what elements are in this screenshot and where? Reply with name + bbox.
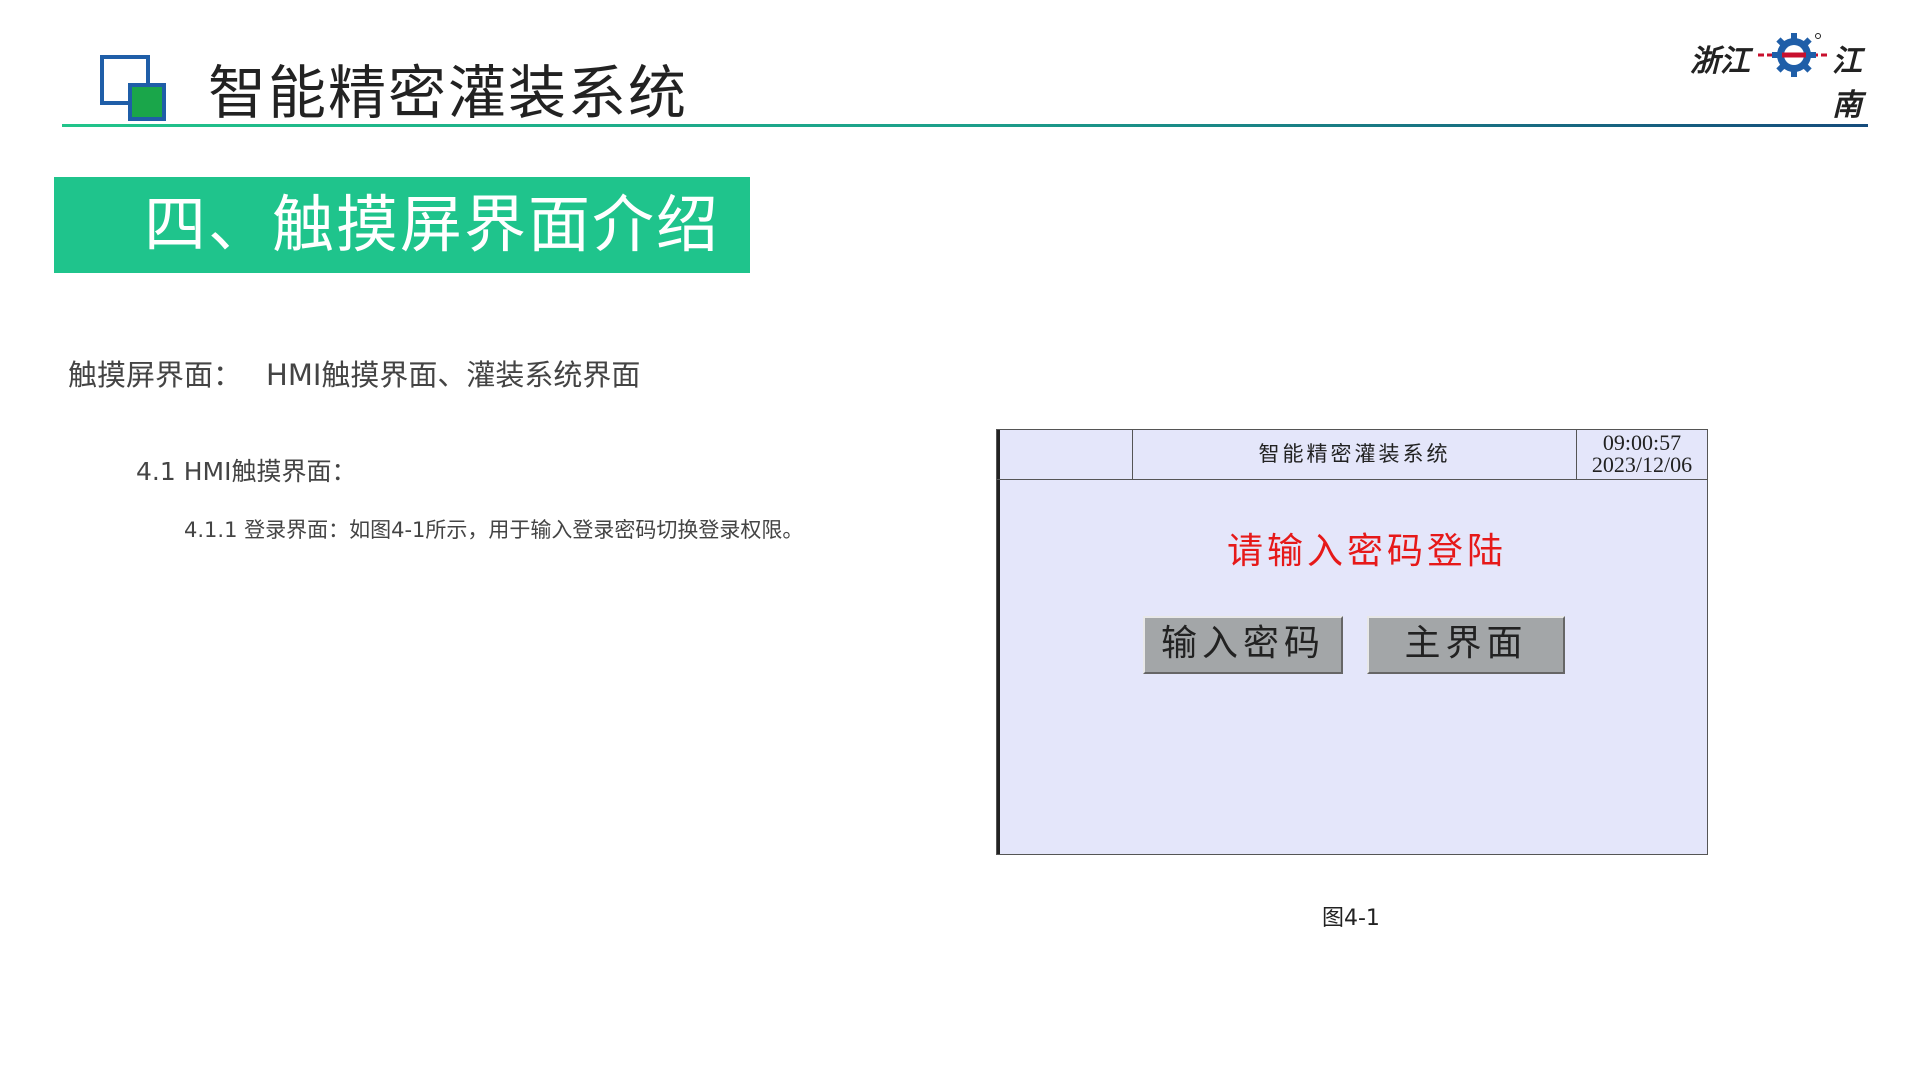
figure-caption: 图4-1 <box>1322 906 1380 931</box>
enter-password-button[interactable]: 输入密码 <box>1143 616 1343 674</box>
main-screen-button[interactable]: 主界面 <box>1367 616 1565 674</box>
page-title: 智能精密灌装系统 <box>208 59 689 127</box>
hmi-date: 2023/12/06 <box>1591 452 1693 477</box>
brand-text-right: 江南 <box>1832 44 1862 123</box>
subsection-heading: 4.1 HMI触摸界面： <box>136 457 357 486</box>
section-banner: 四、触摸屏界面介绍 <box>54 177 750 273</box>
brand-text-left: 浙江 <box>1690 44 1750 79</box>
gear-logo-icon <box>1758 33 1830 77</box>
header-divider <box>62 124 1868 127</box>
hmi-clock: 09:00:57 2023/12/06 <box>1577 430 1707 481</box>
hmi-login-screenshot: 智能精密灌装系统 09:00:57 2023/12/06 请输入密码登陆 输入密… <box>996 429 1708 855</box>
intro-value: HMI触摸界面、灌装系统界面 <box>266 358 641 392</box>
intro-label: 触摸屏界面： <box>68 358 243 392</box>
hmi-top-blank-cell <box>997 430 1133 479</box>
subsection-description: 4.1.1 登录界面：如图4-1所示，用于输入登录密码切换登录权限。 <box>184 518 804 542</box>
logo-square-filled <box>128 83 166 121</box>
hmi-top-bar: 智能精密灌装系统 09:00:57 2023/12/06 <box>997 430 1707 480</box>
section-title: 四、触摸屏界面介绍 <box>144 188 721 261</box>
hmi-time: 09:00:57 <box>1602 430 1682 455</box>
header-logo-squares <box>100 55 170 125</box>
hmi-login-prompt: 请输入密码登陆 <box>1226 531 1507 572</box>
intro-line: 触摸屏界面： HMI触摸界面、灌装系统界面 <box>68 352 640 394</box>
company-logo: 浙江 江南 <box>1690 30 1890 123</box>
hmi-title: 智能精密灌装系统 <box>1133 430 1577 479</box>
